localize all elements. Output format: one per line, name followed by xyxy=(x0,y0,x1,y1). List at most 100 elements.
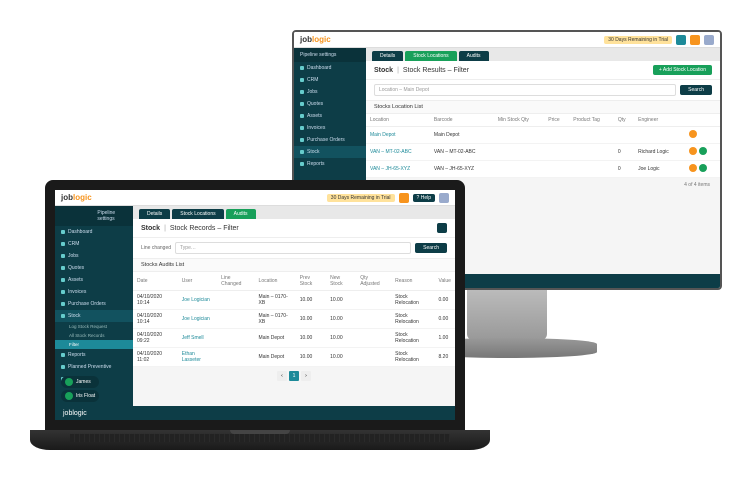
th-prodtag[interactable]: Product Tag xyxy=(569,114,614,127)
th-reason[interactable]: Reason xyxy=(391,272,434,291)
nav-quotes[interactable]: Quotes xyxy=(294,98,366,110)
search-button[interactable]: Search xyxy=(680,85,712,95)
chat-widget: James Iris Float xyxy=(61,376,99,402)
nav-pph[interactable]: Planned Preventive xyxy=(55,361,133,373)
tab-details[interactable]: Details xyxy=(139,209,170,219)
add-stock-location-button[interactable]: + Add Stock Location xyxy=(653,65,712,75)
th-price[interactable]: Price xyxy=(544,114,569,127)
crm-icon xyxy=(61,242,65,246)
tab-stock-locations[interactable]: Stock Locations xyxy=(405,51,456,61)
nav-jobs[interactable]: Jobs xyxy=(55,250,133,262)
nav-dashboard[interactable]: Dashboard xyxy=(55,226,133,238)
chat-user-iris[interactable]: Iris Float xyxy=(61,390,99,402)
th-line[interactable]: Line Changed xyxy=(217,272,254,291)
po-icon xyxy=(300,138,304,142)
th-prev[interactable]: Prev Stock xyxy=(296,272,326,291)
page-subtitle: Stock Results – Filter xyxy=(403,67,469,74)
tab-audits[interactable]: Audits xyxy=(459,51,489,61)
tabs: Details Stock Locations Audits xyxy=(366,48,720,61)
support-icon[interactable] xyxy=(676,35,686,45)
tab-audits[interactable]: Audits xyxy=(226,209,256,219)
tab-details[interactable]: Details xyxy=(372,51,403,61)
stock-audits-table: Date User Line Changed Location Prev Sto… xyxy=(133,272,455,367)
nav-crm[interactable]: CRM xyxy=(294,74,366,86)
th-engineer[interactable]: Engineer xyxy=(634,114,684,127)
nav-reports[interactable]: Reports xyxy=(55,349,133,361)
jobs-icon xyxy=(61,254,65,258)
nav-po[interactable]: Purchase Orders xyxy=(294,134,366,146)
location-input[interactable]: Location – Main Depot xyxy=(374,84,676,96)
nav-dashboard[interactable]: Dashboard xyxy=(294,62,366,74)
edit-icon[interactable] xyxy=(689,147,697,155)
nav-reports[interactable]: Reports xyxy=(294,158,366,170)
add-icon[interactable] xyxy=(699,164,707,172)
user-avatar-icon[interactable] xyxy=(704,35,714,45)
pph-icon xyxy=(61,365,65,369)
help-link[interactable]: ? Help xyxy=(413,194,435,202)
table-row[interactable]: 04/10/2020 10:14Joe LogicianMain – 0170-… xyxy=(133,310,455,329)
filter-row: Line changed Type… Search xyxy=(133,238,455,258)
laptop: joblogic 30 Days Remaining in Trial ? He… xyxy=(30,180,480,480)
presence-icon xyxy=(65,392,73,400)
breadcrumb: Stock | Stock Records – Filter xyxy=(133,219,455,238)
table-row[interactable]: Main DepotMain Depot xyxy=(366,127,720,144)
table-row[interactable]: VAN – JH-65-XYZVAN – JH-65-XYZ0Joe Logic xyxy=(366,161,720,178)
tab-stock-locations[interactable]: Stock Locations xyxy=(172,209,223,219)
nav-stock-all[interactable]: All Stock Records xyxy=(55,331,133,340)
collapse-icon[interactable] xyxy=(437,223,447,233)
tabs: Details Stock Locations Audits xyxy=(133,206,455,219)
assets-icon xyxy=(300,114,304,118)
list-header: Stocks Location List xyxy=(366,100,720,114)
reports-icon xyxy=(300,162,304,166)
nav-po[interactable]: Purchase Orders xyxy=(55,298,133,310)
assets-icon xyxy=(61,278,65,282)
stock-icon xyxy=(61,314,65,318)
nav-stock[interactable]: Stock xyxy=(55,310,133,322)
nav-crm[interactable]: CRM xyxy=(55,238,133,250)
bell-icon[interactable] xyxy=(690,35,700,45)
user-avatar-icon[interactable] xyxy=(439,193,449,203)
edit-icon[interactable] xyxy=(689,164,697,172)
th-new[interactable]: New Stock xyxy=(326,272,356,291)
brand-logo: joblogic xyxy=(61,193,92,202)
nav-assets[interactable]: Assets xyxy=(294,110,366,122)
dashboard-icon xyxy=(300,66,304,70)
th-adj[interactable]: Qty Adjusted xyxy=(356,272,391,291)
table-row[interactable]: 04/10/2020 10:14Joe LogicianMain – 0170-… xyxy=(133,291,455,310)
th-date[interactable]: Date xyxy=(133,272,178,291)
nav-stock[interactable]: Stock xyxy=(294,146,366,158)
app-laptop: joblogic 30 Days Remaining in Trial ? He… xyxy=(55,190,455,420)
page-title: Stock xyxy=(141,225,160,232)
pager-1[interactable]: 1 xyxy=(289,371,299,381)
add-icon[interactable] xyxy=(699,147,707,155)
pager-next[interactable]: › xyxy=(301,371,311,381)
table-row[interactable]: 04/10/2020 11:02Ethan LasseterMain Depot… xyxy=(133,348,455,367)
th-qty[interactable]: Qty xyxy=(614,114,634,127)
th-user[interactable]: User xyxy=(178,272,217,291)
line-changed-input[interactable]: Type… xyxy=(175,242,411,254)
chat-user-james[interactable]: James xyxy=(61,376,99,388)
filter-label: Line changed xyxy=(141,245,171,251)
nav-invoices[interactable]: Invoices xyxy=(294,122,366,134)
th-loc[interactable]: Location xyxy=(255,272,296,291)
pager-prev[interactable]: ‹ xyxy=(277,371,287,381)
th-val[interactable]: Value xyxy=(435,272,456,291)
stock-icon xyxy=(300,150,304,154)
th-minqty[interactable]: Min Stock Qty xyxy=(494,114,544,127)
nav-invoices[interactable]: Invoices xyxy=(55,286,133,298)
trial-badge: 30 Days Remaining in Trial xyxy=(604,36,672,44)
table-row[interactable]: VAN – MT-02-ABCVAN – MT-02-ABC0Richard L… xyxy=(366,144,720,161)
nav-stock-log[interactable]: Log Stock Request xyxy=(55,322,133,331)
table-row[interactable]: 04/10/2020 09:22Jeff SmellMain Depot10.0… xyxy=(133,329,455,348)
nav-quotes[interactable]: Quotes xyxy=(55,262,133,274)
search-button[interactable]: Search xyxy=(415,243,447,253)
edit-icon[interactable] xyxy=(689,130,697,138)
nav-assets[interactable]: Assets xyxy=(55,274,133,286)
brand-logo: joblogic xyxy=(300,35,331,44)
nav-jobs[interactable]: Jobs xyxy=(294,86,366,98)
bell-icon[interactable] xyxy=(399,193,409,203)
th-barcode[interactable]: Barcode xyxy=(430,114,494,127)
nav-stock-filter[interactable]: Filter xyxy=(55,340,133,349)
th-location[interactable]: Location xyxy=(366,114,430,127)
quotes-icon xyxy=(300,102,304,106)
